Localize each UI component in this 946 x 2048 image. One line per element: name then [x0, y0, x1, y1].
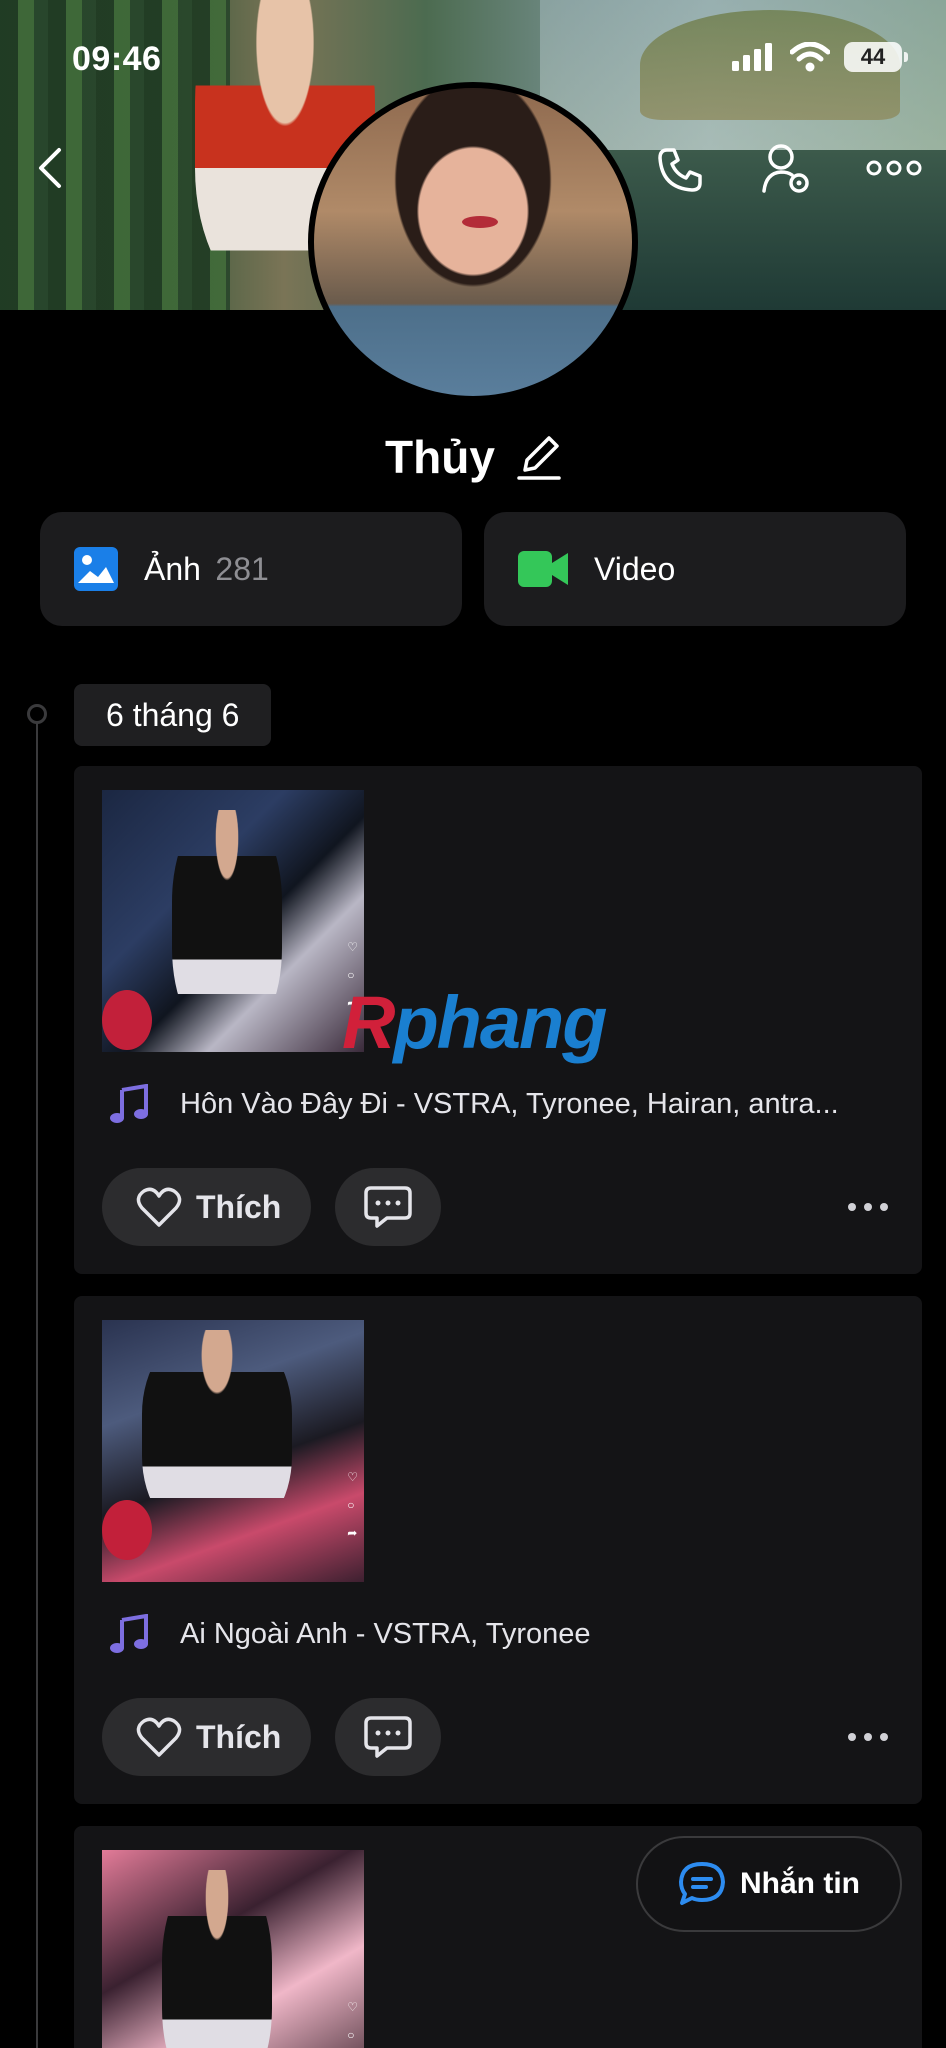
back-button[interactable] — [26, 142, 74, 194]
phone-icon — [658, 148, 702, 192]
watermark-text: phang — [393, 981, 607, 1064]
thumbnail-figure — [172, 810, 282, 1040]
post-thumbnail[interactable]: ♡ ○ — [102, 1850, 364, 2048]
pencil-icon[interactable] — [517, 434, 561, 480]
photos-count: 281 — [215, 550, 269, 587]
wifi-icon — [790, 42, 830, 72]
song-row[interactable]: Hôn Vào Đây Đi - VSTRA, Tyronee, Hairan,… — [110, 1084, 839, 1124]
status-icons: 44 — [732, 42, 908, 72]
dot — [880, 1203, 888, 1211]
post-actions: Thích — [102, 1168, 442, 1246]
heart-icon — [136, 1717, 182, 1757]
back-icon — [39, 148, 61, 188]
thumbnail-overlay: ♡ ○ ➦ — [347, 1470, 358, 1540]
comment-icon — [364, 1186, 413, 1228]
call-button[interactable] — [650, 140, 710, 200]
dot — [864, 1203, 872, 1211]
dot — [864, 1733, 872, 1741]
thumbnail-plate — [102, 990, 152, 1050]
message-label: Nhắn tin — [740, 1867, 860, 1900]
signal-icon — [732, 43, 772, 71]
music-note-icon — [110, 1614, 148, 1653]
videos-button[interactable]: Video — [484, 512, 906, 626]
dot — [880, 1733, 888, 1741]
song-title: Hôn Vào Đây Đi - VSTRA, Tyronee, Hairan,… — [180, 1087, 839, 1120]
heart-icon — [136, 1187, 182, 1227]
videos-label: Video — [594, 550, 676, 587]
timeline-line — [36, 714, 38, 2048]
more-options-button[interactable] — [862, 148, 926, 188]
dot — [848, 1733, 856, 1741]
battery-indicator: 44 — [844, 42, 908, 72]
dot — [848, 1203, 856, 1211]
like-label: Thích — [196, 1718, 282, 1755]
chat-icon — [679, 1862, 725, 1905]
like-button[interactable]: Thích — [102, 1168, 312, 1246]
post-thumbnail[interactable]: ♡ ○ ➦ — [102, 1320, 364, 1582]
photos-label: Ảnh — [144, 550, 201, 587]
photos-button[interactable]: Ảnh 281 — [40, 512, 462, 626]
photo-icon — [74, 547, 118, 591]
post-card[interactable]: ♡ ○ ➦ Ai Ngoài Anh - VSTRA, Tyronee Thích — [74, 1296, 922, 1804]
thumbnail-overlay: ♡ ○ — [347, 2000, 358, 2042]
profile-name: Thủy — [385, 431, 495, 483]
comment-button[interactable] — [335, 1168, 442, 1246]
post-thumbnail[interactable]: ♡ ○ ➦ — [102, 790, 364, 1052]
like-button[interactable]: Thích — [102, 1698, 312, 1776]
watermark-logo: Rphang — [342, 980, 607, 1065]
timeline-dot — [27, 704, 47, 724]
post-more-button[interactable] — [848, 1168, 888, 1246]
avatar-detail — [462, 216, 498, 228]
status-time: 09:46 — [72, 40, 162, 78]
profile-avatar[interactable] — [308, 82, 638, 402]
profile-name-row: Thủy — [0, 430, 946, 484]
thumbnail-plate — [102, 1500, 152, 1560]
comment-icon — [364, 1716, 413, 1758]
user-settings-button[interactable] — [758, 138, 816, 200]
song-title: Ai Ngoài Anh - VSTRA, Tyronee — [180, 1617, 591, 1650]
watermark-r: R — [342, 981, 395, 1064]
more-icon — [866, 160, 922, 176]
post-more-button[interactable] — [848, 1698, 888, 1776]
music-note-icon — [110, 1084, 148, 1123]
timeline-date: 6 tháng 6 — [74, 684, 272, 746]
song-row[interactable]: Ai Ngoài Anh - VSTRA, Tyronee — [110, 1614, 591, 1654]
video-camera-icon — [518, 551, 568, 587]
like-label: Thích — [196, 1188, 282, 1225]
post-actions: Thích — [102, 1698, 442, 1776]
message-button[interactable]: Nhắn tin — [636, 1836, 902, 1932]
thumbnail-figure — [162, 1870, 272, 2048]
user-settings-icon — [762, 144, 809, 193]
comment-button[interactable] — [335, 1698, 442, 1776]
thumbnail-figure — [142, 1330, 292, 1540]
